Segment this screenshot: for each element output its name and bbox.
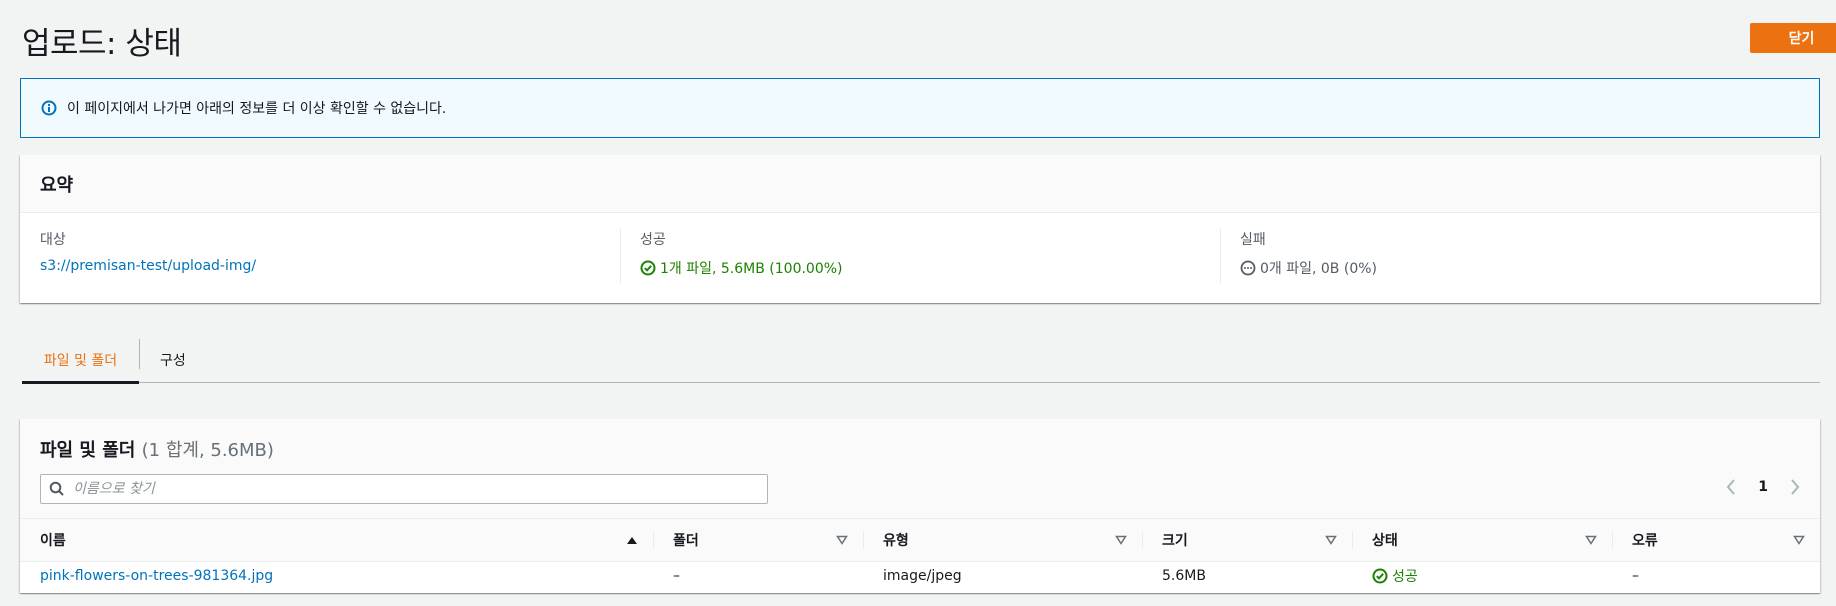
- file-folder: –: [673, 568, 680, 585]
- pending-circle-icon: [1240, 260, 1256, 276]
- destination-label: 대상: [40, 232, 66, 248]
- col-name[interactable]: 이름: [20, 519, 653, 562]
- sort-down-icon[interactable]: [1324, 533, 1338, 547]
- summary-succeeded: 성공 1개 파일, 5.6MB (100.00%): [620, 228, 1220, 288]
- sort-ascending-icon[interactable]: [625, 533, 639, 547]
- search-icon: [49, 481, 65, 497]
- search-input[interactable]: [73, 481, 753, 497]
- info-alert: 이 페이지에서 나가면 아래의 정보를 더 이상 확인할 수 없습니다.: [20, 78, 1820, 138]
- file-status: 성공: [1392, 569, 1418, 586]
- succeeded-label: 성공: [640, 232, 666, 248]
- col-type[interactable]: 유형: [863, 519, 1142, 562]
- current-page[interactable]: 1: [1758, 479, 1768, 495]
- check-circle-icon: [1372, 568, 1388, 584]
- prev-page-icon[interactable]: [1724, 477, 1738, 497]
- page-title: 업로드: 상태: [22, 26, 182, 62]
- tab-configuration[interactable]: 구성: [140, 337, 206, 383]
- status-badge: 성공: [1372, 566, 1592, 586]
- pagination: 1: [1724, 477, 1802, 497]
- files-title: 파일 및 폴더 (1 합계, 5.6MB): [40, 436, 1800, 462]
- files-panel: 파일 및 폴더 (1 합계, 5.6MB) 1 이름: [20, 419, 1820, 593]
- files-count: (1 합계, 5.6MB): [141, 440, 274, 461]
- search-box: [40, 474, 768, 504]
- tab-files-and-folders[interactable]: 파일 및 폴더: [22, 337, 139, 384]
- summary-failed: 실패 0개 파일, 0B (0%): [1220, 228, 1820, 288]
- sort-down-icon[interactable]: [1792, 533, 1806, 547]
- succeeded-value: 1개 파일, 5.6MB (100.00%): [660, 261, 843, 277]
- files-title-text: 파일 및 폴더: [40, 440, 136, 461]
- file-type: image/jpeg: [883, 568, 962, 585]
- table-row: pink-flowers-on-trees-981364.jpg – image…: [20, 561, 1820, 591]
- info-icon: [41, 100, 57, 116]
- tab-bar: 파일 및 폴더 구성: [22, 337, 1820, 384]
- failed-value: 0개 파일, 0B (0%): [1260, 261, 1377, 277]
- summary-panel: 요약 대상 s3://premisan-test/upload-img/ 성공 …: [20, 155, 1820, 303]
- sort-down-icon[interactable]: [1584, 533, 1598, 547]
- sort-down-icon[interactable]: [835, 533, 849, 547]
- col-folder[interactable]: 폴더: [653, 519, 863, 562]
- failed-label: 실패: [1240, 232, 1266, 248]
- destination-link[interactable]: s3://premisan-test/upload-img/: [40, 258, 256, 274]
- file-name-link[interactable]: pink-flowers-on-trees-981364.jpg: [40, 568, 273, 584]
- file-size: 5.6MB: [1162, 568, 1206, 585]
- col-error[interactable]: 오류: [1612, 519, 1820, 562]
- summary-destination: 대상 s3://premisan-test/upload-img/: [20, 228, 620, 288]
- next-page-icon[interactable]: [1788, 477, 1802, 497]
- file-error: –: [1632, 568, 1639, 585]
- files-table: 이름 폴더 유형 크기 상태 오류 pink-flowers-on-trees-…: [20, 519, 1820, 591]
- alert-text: 이 페이지에서 나가면 아래의 정보를 더 이상 확인할 수 없습니다.: [67, 101, 447, 117]
- col-size[interactable]: 크기: [1142, 519, 1352, 562]
- check-circle-icon: [640, 260, 656, 276]
- col-status[interactable]: 상태: [1352, 519, 1612, 562]
- sort-down-icon[interactable]: [1114, 533, 1128, 547]
- summary-title: 요약: [20, 155, 1820, 213]
- close-button[interactable]: 닫기: [1750, 23, 1836, 53]
